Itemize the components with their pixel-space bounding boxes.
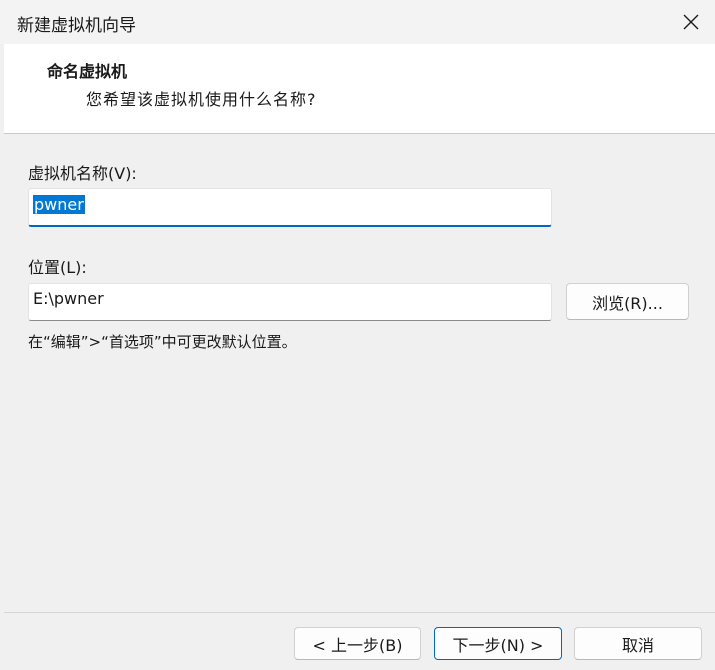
location-input[interactable]: E:\pwner [28, 283, 552, 321]
page-subtitle: 您希望该虚拟机使用什么名称? [86, 90, 317, 109]
title-bar: 新建虚拟机向导 [0, 0, 715, 44]
close-icon [683, 14, 699, 30]
browse-button[interactable]: 浏览(R)... [566, 283, 689, 320]
vm-name-input[interactable]: pwner [28, 188, 552, 227]
back-button[interactable]: < 上一步(B) [294, 627, 421, 660]
next-button[interactable]: 下一步(N) > [434, 627, 562, 660]
footer-divider [4, 612, 715, 613]
vm-name-value: pwner [33, 195, 85, 214]
default-location-hint: 在“编辑”>“首选项”中可更改默认位置。 [28, 333, 297, 351]
window-title: 新建虚拟机向导 [17, 16, 136, 36]
wizard-header: 命名虚拟机 您希望该虚拟机使用什么名称? [4, 44, 715, 134]
close-button[interactable] [667, 0, 715, 44]
vm-name-label: 虚拟机名称(V): [28, 164, 137, 183]
page-title: 命名虚拟机 [47, 62, 128, 81]
location-label: 位置(L): [28, 258, 87, 277]
location-value: E:\pwner [33, 289, 104, 308]
cancel-button[interactable]: 取消 [574, 627, 702, 660]
